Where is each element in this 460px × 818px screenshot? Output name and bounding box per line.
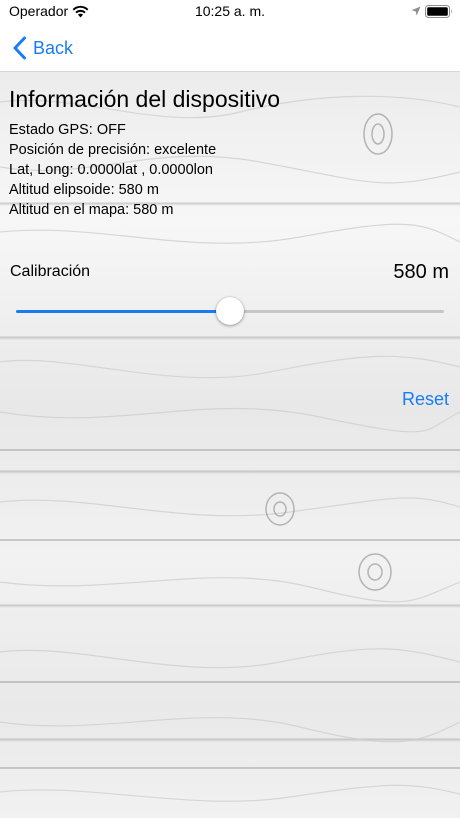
ellipsoid-altitude-text: Altitud elipsoide: 580 m bbox=[9, 182, 159, 198]
back-button[interactable]: Back bbox=[12, 34, 73, 62]
wood-background: Información del dispositivo Estado GPS: … bbox=[0, 72, 460, 818]
calibration-label: Calibración bbox=[10, 263, 91, 280]
page-title: Información del dispositivo bbox=[9, 86, 281, 112]
location-arrow-icon bbox=[411, 6, 421, 16]
calibration-value: 580 m bbox=[393, 261, 449, 283]
lat-long-text: Lat, Long: 0.0000lat , 0.0000lon bbox=[9, 162, 213, 178]
slider-thumb[interactable] bbox=[216, 297, 244, 325]
navigation-bar: Back bbox=[0, 24, 460, 72]
precision-text: Posición de precisión: excelente bbox=[9, 142, 217, 158]
gps-status-text: Estado GPS: OFF bbox=[9, 122, 126, 138]
back-label: Back bbox=[33, 37, 74, 58]
calibration-slider[interactable] bbox=[16, 296, 444, 328]
map-altitude-text: Altitud en el mapa: 580 m bbox=[9, 202, 174, 218]
battery-icon bbox=[425, 5, 452, 18]
chevron-left-icon bbox=[13, 36, 26, 60]
status-time: 10:25 a. m. bbox=[194, 3, 266, 19]
status-bar: Operador 10:25 a. m. bbox=[0, 0, 460, 24]
slider-fill bbox=[16, 310, 230, 313]
reset-button[interactable]: Reset bbox=[402, 389, 449, 410]
